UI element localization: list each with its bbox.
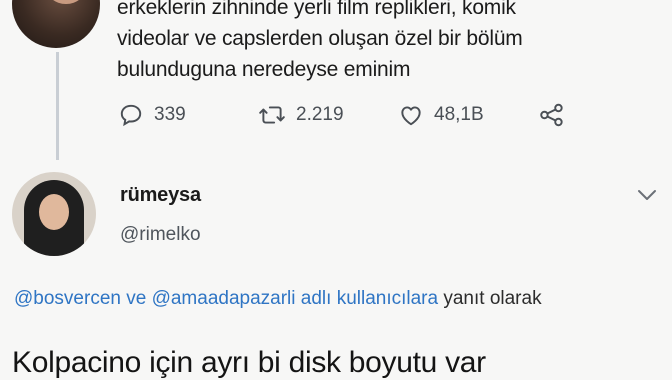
tweet-text-line: videolar ve capslerden oluşan özel bir b… [117,27,523,50]
share-button[interactable] [538,102,566,128]
previous-tweet-text: erkeklerin zihninde yerli film replikler… [117,0,657,85]
reply-button[interactable]: 339 [118,102,186,128]
reply-context: @bosvercen ve @amaadapazarli adlı kullan… [14,284,654,314]
tweet-text-line: erkeklerin zihninde yerli film replikler… [117,0,516,19]
like-icon [398,102,424,128]
reply-count: 339 [154,104,186,125]
display-name[interactable]: rümeysa [120,184,201,207]
retweet-icon [258,102,286,128]
thread-connector-line [56,52,59,160]
chevron-down-icon [636,189,658,206]
like-button[interactable]: 48,1B [398,102,484,128]
previous-tweet-avatar[interactable] [12,0,100,48]
avatar[interactable] [12,172,96,256]
mention-link[interactable]: @bosvercen [14,288,121,309]
reply-tweet-text: Kolpacino için ayrı bi disk boyutu var [12,346,486,379]
reply-context-users-label: adlı kullanıcılara [295,288,439,309]
mention-link[interactable]: @amaadapazarli [152,288,296,309]
user-handle[interactable]: @rimelko [120,224,201,246]
retweet-button[interactable]: 2.219 [258,102,344,128]
reply-context-suffix: yanıt olarak [438,288,542,309]
reply-context-connector: ve [120,288,152,309]
tweet-menu-button[interactable] [636,188,658,207]
share-icon [538,102,566,128]
tweet-actions-bar: 339 2.219 48,1B [118,102,578,132]
reply-tweet-header: rümeysa @rimelko [0,162,672,272]
retweet-count: 2.219 [296,104,344,125]
reply-icon [118,102,144,128]
tweet-text-line: bulunduguna neredeyse eminim [117,58,411,81]
like-count: 48,1B [434,104,484,125]
